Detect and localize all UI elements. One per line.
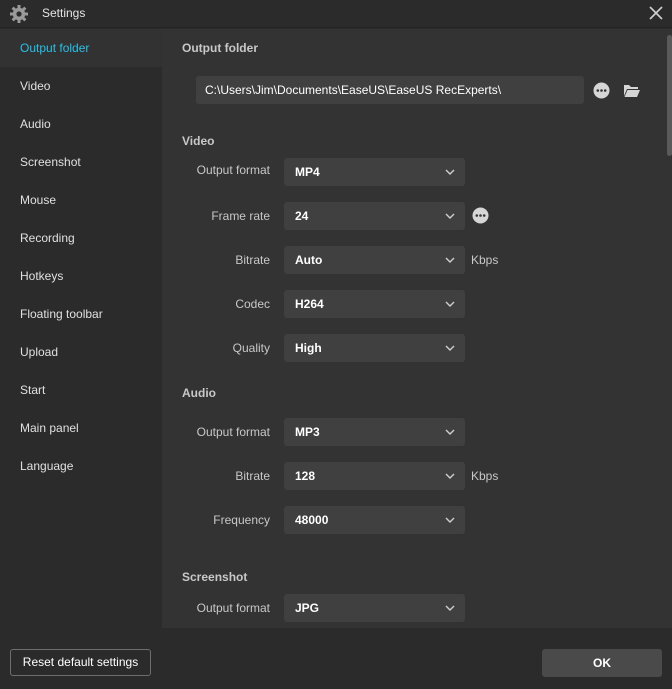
sidebar-item-upload[interactable]: Upload (0, 333, 162, 371)
audio-bitrate-label: Bitrate (235, 469, 270, 483)
audio-output-format-select[interactable]: MP3 (284, 418, 465, 446)
video-heading: Video (182, 134, 215, 148)
video-bitrate-select[interactable]: Auto (284, 246, 465, 274)
audio-output-format-label: Output format (196, 425, 270, 439)
audio-bitrate-select[interactable]: 128 (284, 462, 465, 490)
audio-bitrate-unit: Kbps (471, 469, 499, 483)
frame-rate-more-icon[interactable] (472, 207, 489, 224)
video-bitrate-value: Auto (295, 253, 323, 267)
frequency-select[interactable]: 48000 (284, 506, 465, 534)
chevron-down-icon (445, 213, 455, 219)
chevron-down-icon (445, 257, 455, 263)
codec-select[interactable]: H264 (284, 290, 465, 318)
ok-button[interactable]: OK (542, 649, 662, 677)
sidebar-item-audio[interactable]: Audio (0, 105, 162, 143)
reset-default-settings-button[interactable]: Reset default settings (10, 649, 151, 676)
output-folder-heading: Output folder (182, 41, 258, 55)
video-output-format-label: Output format (196, 163, 270, 177)
screenshot-output-format-value: JPG (295, 601, 320, 615)
close-icon[interactable] (648, 5, 664, 21)
quality-label: Quality (232, 341, 270, 355)
frequency-value: 48000 (295, 513, 329, 527)
chevron-down-icon (445, 517, 455, 523)
sidebar-item-recording[interactable]: Recording (0, 219, 162, 257)
frequency-label: Frequency (213, 513, 270, 527)
sidebar-item-main-panel[interactable]: Main panel (0, 409, 162, 447)
gear-icon (10, 5, 28, 23)
frame-rate-value: 24 (295, 209, 309, 223)
sidebar-item-hotkeys[interactable]: Hotkeys (0, 257, 162, 295)
title-bar: Settings (0, 0, 672, 28)
chevron-down-icon (445, 345, 455, 351)
chevron-down-icon (445, 301, 455, 307)
frame-rate-select[interactable]: 24 (284, 202, 465, 230)
settings-content: Output folder C:\Users\Jim\Documents\Eas… (162, 29, 672, 628)
video-output-format-value: MP4 (295, 165, 320, 179)
sidebar-item-floating-toolbar[interactable]: Floating toolbar (0, 295, 162, 333)
output-path-field[interactable]: C:\Users\Jim\Documents\EaseUS\EaseUS Rec… (196, 76, 584, 104)
video-output-format-select[interactable]: MP4 (284, 158, 465, 186)
screenshot-output-format-label: Output format (196, 601, 270, 615)
window-title: Settings (42, 6, 86, 20)
audio-heading: Audio (182, 386, 216, 400)
more-options-icon[interactable] (593, 82, 610, 99)
codec-label: Codec (235, 297, 270, 311)
audio-bitrate-value: 128 (295, 469, 316, 483)
screenshot-heading: Screenshot (182, 570, 248, 584)
video-bitrate-label: Bitrate (235, 253, 270, 267)
quality-select[interactable]: High (284, 334, 465, 362)
settings-sidebar: Output folder Video Audio Screenshot Mou… (0, 29, 162, 628)
codec-value: H264 (295, 297, 324, 311)
sidebar-item-start[interactable]: Start (0, 371, 162, 409)
scrollbar[interactable] (667, 35, 672, 156)
frame-rate-label: Frame rate (211, 209, 270, 223)
chevron-down-icon (445, 605, 455, 611)
dialog-footer: Reset default settings OK (0, 628, 672, 689)
chevron-down-icon (445, 169, 455, 175)
sidebar-item-mouse[interactable]: Mouse (0, 181, 162, 219)
quality-value: High (295, 341, 322, 355)
sidebar-item-language[interactable]: Language (0, 447, 162, 485)
chevron-down-icon (445, 429, 455, 435)
video-bitrate-unit: Kbps (471, 253, 499, 267)
sidebar-item-screenshot[interactable]: Screenshot (0, 143, 162, 181)
sidebar-item-output-folder[interactable]: Output folder (0, 29, 162, 67)
chevron-down-icon (445, 473, 455, 479)
screenshot-output-format-select[interactable]: JPG (284, 594, 465, 622)
open-folder-icon[interactable] (623, 83, 641, 98)
audio-output-format-value: MP3 (295, 425, 320, 439)
sidebar-item-video[interactable]: Video (0, 67, 162, 105)
